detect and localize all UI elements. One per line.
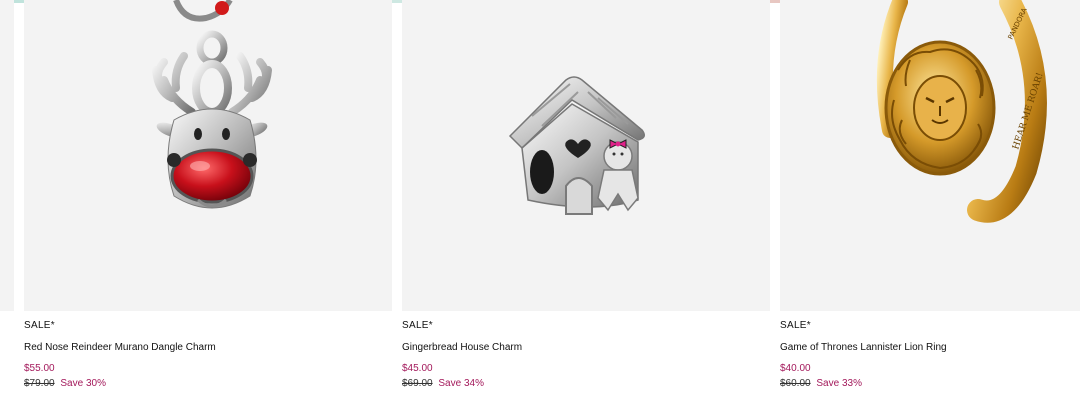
product-grid: SALE* Red Nose Reindeer Murano Dangle Ch… <box>0 0 1080 402</box>
sale-badge: SALE* <box>24 320 55 331</box>
product-card[interactable]: SALE* Gingerbread House Charm $45.00 $69… <box>402 0 770 391</box>
product-card[interactable]: SALE* Red Nose Reindeer Murano Dangle Ch… <box>24 0 392 391</box>
price-details: $60.00 Save 33% <box>780 378 1080 391</box>
sale-badge: SALE* <box>402 320 433 331</box>
sale-price: $55.00 <box>24 363 55 374</box>
price-details: $79.00 Save 30% <box>24 378 392 391</box>
original-price: $60.00 <box>780 378 811 389</box>
sale-price: $40.00 <box>780 363 811 374</box>
product-name-link[interactable]: Gingerbread House Charm <box>402 342 770 356</box>
gingerbread-house-charm-image <box>508 76 645 215</box>
sale-price: $45.00 <box>402 363 433 374</box>
product-name-link[interactable]: Game of Thrones Lannister Lion Ring <box>780 342 1080 356</box>
product-image[interactable] <box>24 0 392 311</box>
product-card[interactable]: HEAR ME ROAR! PANDORA SALE* Game of Thro… <box>780 0 1080 391</box>
reindeer-charm-image <box>152 0 272 209</box>
discount-label: Save 33% <box>816 378 862 389</box>
original-price: $69.00 <box>402 378 433 389</box>
discount-label: Save 34% <box>438 378 484 389</box>
partial-product-tile[interactable] <box>0 0 14 311</box>
discount-label: Save 30% <box>60 378 106 389</box>
product-image[interactable] <box>402 0 770 311</box>
sale-badge: SALE* <box>780 320 811 331</box>
original-price: $79.00 <box>24 378 55 389</box>
price-details: $69.00 Save 34% <box>402 378 770 391</box>
product-name-link[interactable]: Red Nose Reindeer Murano Dangle Charm <box>24 342 392 356</box>
product-image[interactable]: HEAR ME ROAR! PANDORA <box>780 0 1080 311</box>
lion-ring-image: HEAR ME ROAR! PANDORA <box>876 0 1047 223</box>
